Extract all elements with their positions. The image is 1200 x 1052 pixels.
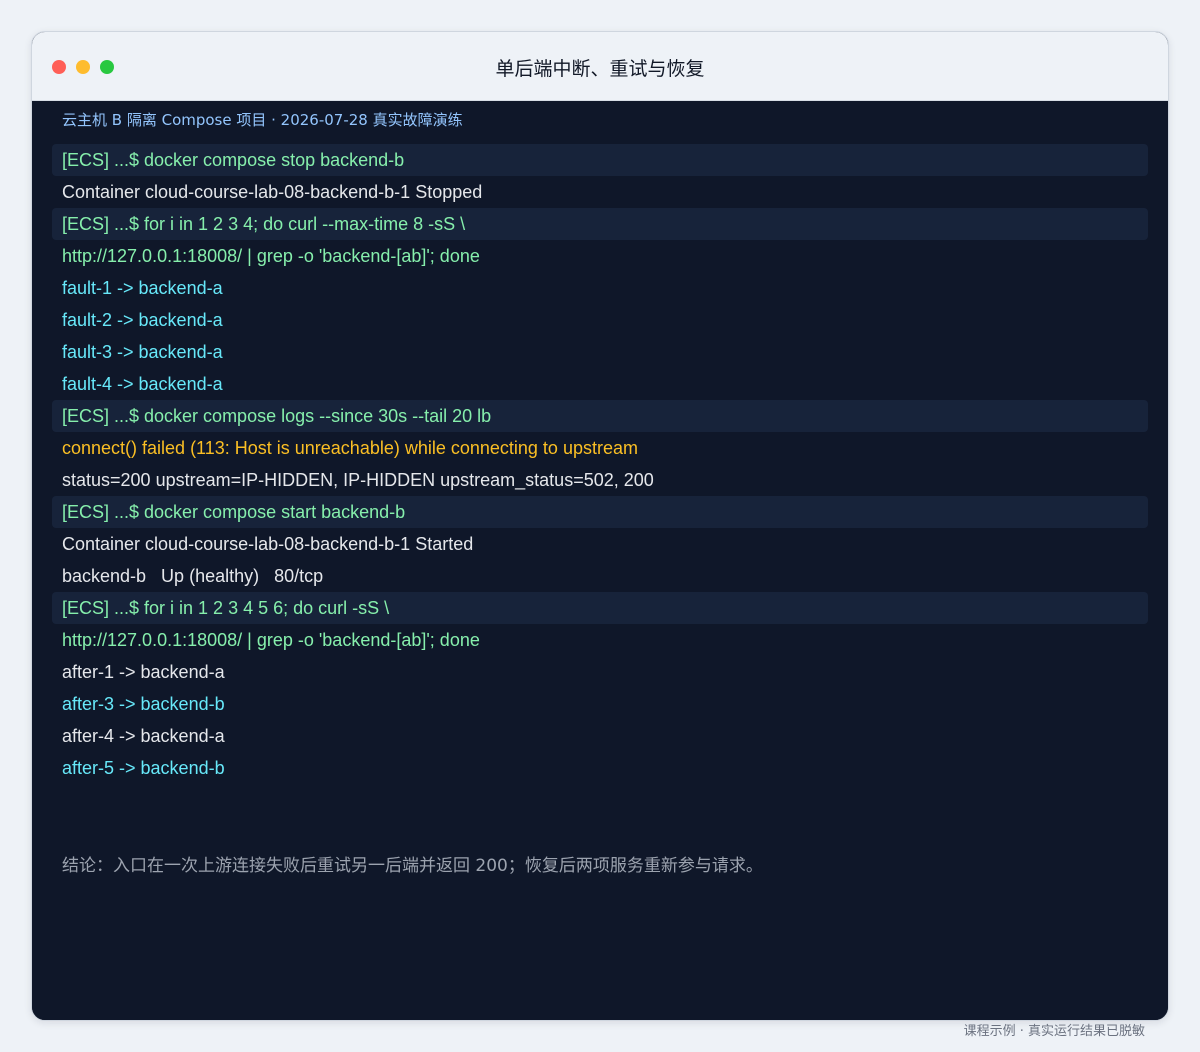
- output-line: fault-2 -> backend-a: [62, 310, 223, 330]
- footer-caption: 课程示例 · 真实运行结果已脱敏: [963, 1024, 1145, 1039]
- output-line: fault-4 -> backend-a: [62, 374, 223, 394]
- output-line: http://127.0.0.1:18008/ | grep -o 'backe…: [62, 630, 480, 650]
- terminal-output: [ECS] ...$ docker compose stop backend-b…: [52, 144, 1148, 784]
- output-line: after-1 -> backend-a: [62, 662, 225, 682]
- command-line: [ECS] ...$ for i in 1 2 3 4 5 6; do curl…: [52, 592, 1148, 624]
- command-line: [ECS] ...$ for i in 1 2 3 4; do curl --m…: [52, 208, 1148, 240]
- terminal-body[interactable]: 云主机 B 隔离 Compose 项目 · 2026-07-28 真实故障演练 …: [32, 101, 1168, 1020]
- output-line: connect() failed (113: Host is unreachab…: [62, 438, 638, 458]
- command-line: [ECS] ...$ docker compose stop backend-b: [52, 144, 1148, 176]
- output-line: fault-1 -> backend-a: [62, 278, 223, 298]
- output-line: Container cloud-course-lab-08-backend-b-…: [62, 182, 483, 202]
- output-line: after-5 -> backend-b: [62, 758, 225, 778]
- output-line: fault-3 -> backend-a: [62, 342, 223, 362]
- output-line: after-3 -> backend-b: [62, 694, 225, 714]
- terminal-window: 单后端中断、重试与恢复 云主机 B 隔离 Compose 项目 · 2026-0…: [31, 31, 1169, 1021]
- title-bar: 单后端中断、重试与恢复: [32, 32, 1168, 101]
- conclusion-text: 结论：入口在一次上游连接失败后重试另一后端并返回 200；恢复后两项服务重新参与…: [62, 856, 763, 876]
- command-line: [ECS] ...$ docker compose logs --since 3…: [52, 400, 1148, 432]
- output-line: status=200 upstream=IP-HIDDEN, IP-HIDDEN…: [62, 470, 654, 490]
- output-line: after-4 -> backend-a: [62, 726, 225, 746]
- session-subtitle: 云主机 B 隔离 Compose 项目 · 2026-07-28 真实故障演练: [62, 111, 463, 129]
- command-line: [ECS] ...$ docker compose start backend-…: [52, 496, 1148, 528]
- window-title: 单后端中断、重试与恢复: [495, 58, 705, 80]
- output-line: backend-b Up (healthy) 80/tcp: [62, 566, 324, 586]
- output-line: http://127.0.0.1:18008/ | grep -o 'backe…: [62, 246, 480, 266]
- output-line: Container cloud-course-lab-08-backend-b-…: [62, 534, 474, 554]
